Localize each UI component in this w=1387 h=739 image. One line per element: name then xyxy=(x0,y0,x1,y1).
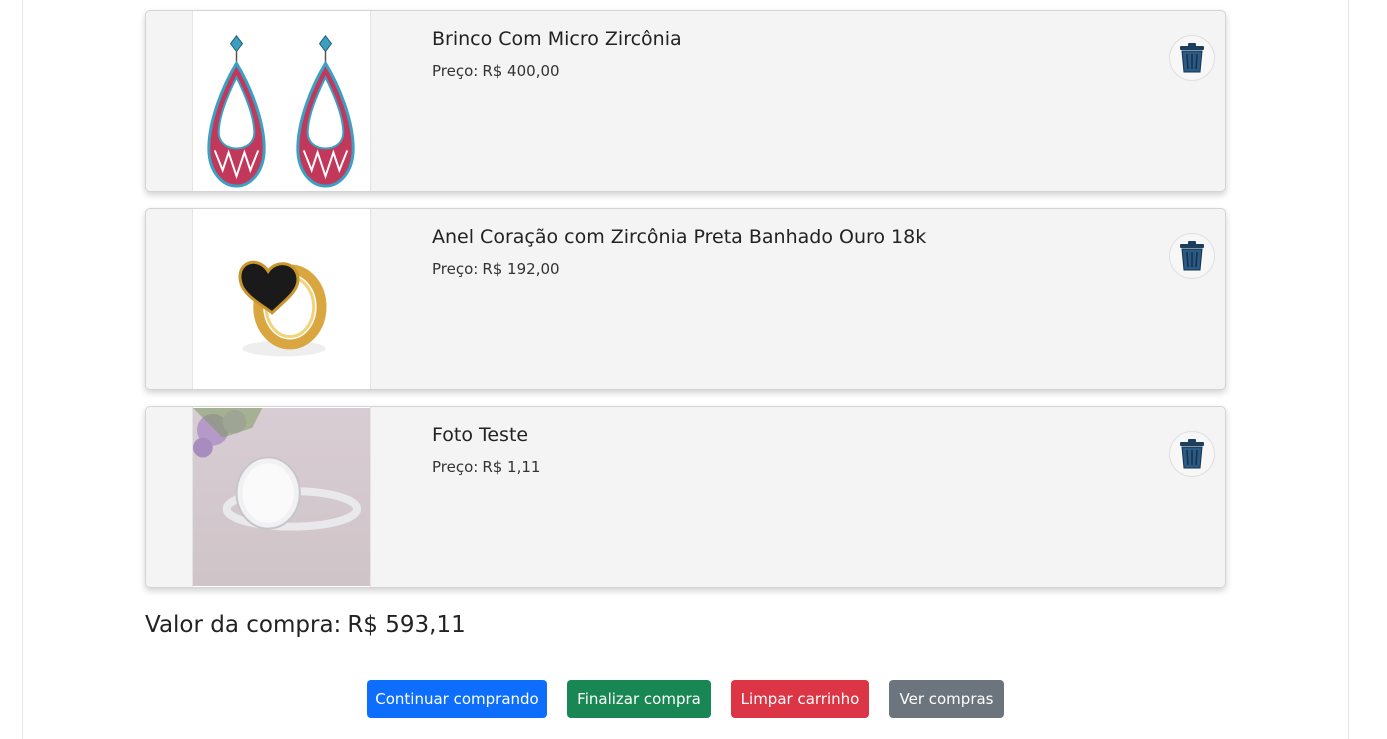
earrings-image xyxy=(193,12,370,190)
product-name: Foto Teste xyxy=(432,424,529,446)
total-label: Valor da compra: xyxy=(145,612,342,638)
remove-item-button[interactable] xyxy=(1169,431,1215,477)
product-price: Preço: R$ 192,00 xyxy=(432,259,560,279)
price-label: Preço: xyxy=(432,260,479,278)
price-value: R$ 192,00 xyxy=(482,260,560,278)
remove-item-button[interactable] xyxy=(1169,233,1215,279)
product-price: Preço: R$ 1,11 xyxy=(432,457,540,477)
continue-shopping-button[interactable]: Continuar comprando xyxy=(367,680,547,718)
clear-cart-button[interactable]: Limpar carrinho xyxy=(731,680,869,718)
price-label: Preço: xyxy=(432,62,479,80)
trash-icon xyxy=(1180,439,1204,469)
cart-total: Valor da compra: R$ 593,11 xyxy=(145,610,466,640)
product-image-heart-ring[interactable] xyxy=(192,209,371,389)
price-value: R$ 1,11 xyxy=(482,458,541,476)
product-name: Anel Coração com Zircônia Preta Banhado … xyxy=(432,226,927,248)
remove-item-button[interactable] xyxy=(1169,35,1215,81)
product-name: Brinco Com Micro Zircônia xyxy=(432,28,682,50)
heart-ring-image xyxy=(193,210,370,388)
checkout-button[interactable]: Finalizar compra xyxy=(567,680,711,718)
price-value: R$ 400,00 xyxy=(482,62,560,80)
cart-item: Anel Coração com Zircônia Preta Banhado … xyxy=(145,208,1226,390)
signet-ring-image xyxy=(193,408,370,586)
product-image-signet-ring[interactable] xyxy=(192,407,371,587)
price-label: Preço: xyxy=(432,458,479,476)
cart-item: Foto Teste Preço: R$ 1,11 xyxy=(145,406,1226,588)
total-value: R$ 593,11 xyxy=(347,612,466,638)
cart-list: Brinco Com Micro Zircônia Preço: R$ 400,0… xyxy=(145,10,1226,604)
trash-icon xyxy=(1180,241,1204,271)
cart-actions: Continuar comprando Finalizar compra Lim… xyxy=(0,680,1387,718)
trash-icon xyxy=(1180,43,1204,73)
product-price: Preço: R$ 400,00 xyxy=(432,61,560,81)
view-purchases-button[interactable]: Ver compras xyxy=(889,680,1004,718)
product-image-earrings[interactable] xyxy=(192,11,371,191)
cart-item: Brinco Com Micro Zircônia Preço: R$ 400,0… xyxy=(145,10,1226,192)
